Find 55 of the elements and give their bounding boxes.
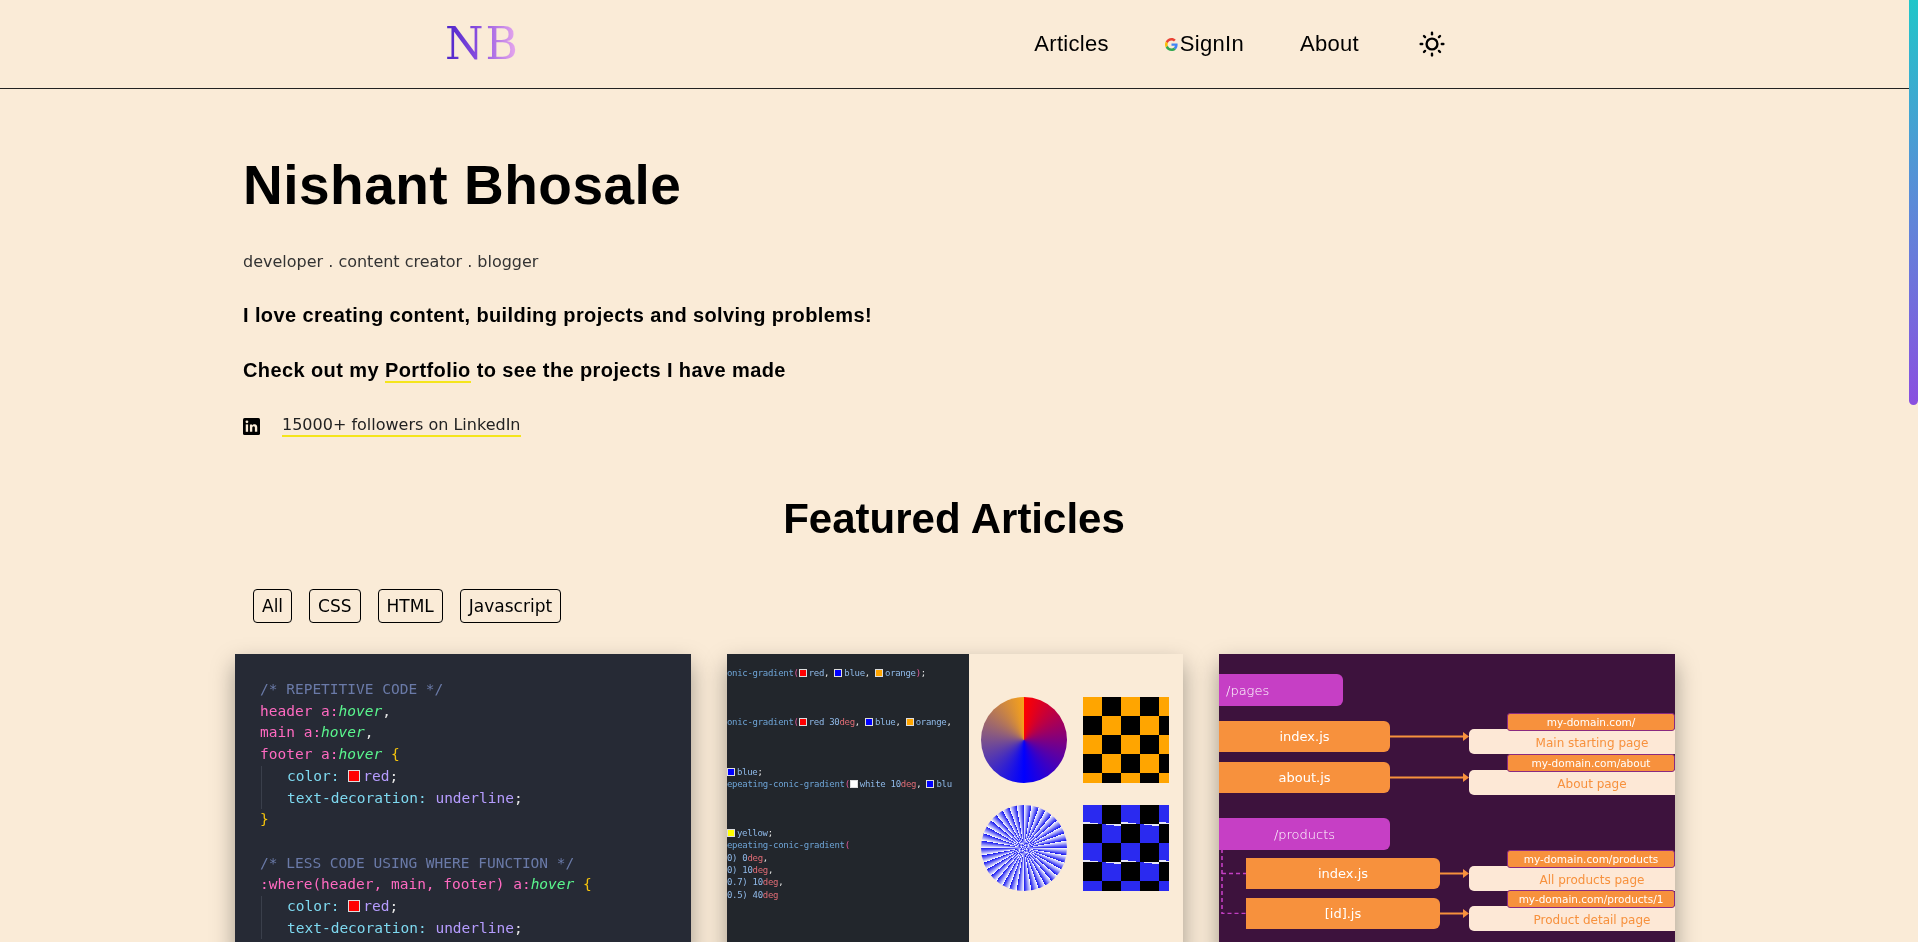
filter-button[interactable]: HTML xyxy=(377,589,443,623)
tree-line xyxy=(1219,849,1246,914)
code-line: 0.7) 10deg, xyxy=(727,876,785,889)
filter-button[interactable]: All xyxy=(253,589,293,623)
tagline: developer . content creator . blogger xyxy=(243,251,540,273)
code-line: } xyxy=(260,810,270,830)
section-title: Featured Articles xyxy=(782,494,1126,544)
folder-node: /products xyxy=(1219,818,1390,850)
code-line: /* LESS CODE USING WHERE FUNCTION */ xyxy=(260,853,576,873)
code-line: main a:hover, xyxy=(260,723,375,743)
code-line: onic-gradient( red 30deg, blue, orange, xyxy=(727,716,953,729)
scrollbar-thumb[interactable] xyxy=(1909,0,1918,405)
code-line: header a:hover, xyxy=(260,701,392,721)
page-label: Main starting page xyxy=(1469,729,1675,754)
folder-node: /pages xyxy=(1219,674,1343,706)
code-line: 0) 10deg, xyxy=(727,864,775,877)
sign-in-link[interactable]: SignIn xyxy=(1164,31,1244,57)
linkedin-link[interactable]: 15000+ followers on LinkedIn xyxy=(282,415,521,437)
url-tag: my-domain.com/products xyxy=(1507,850,1675,868)
code-line: epeating-conic-gradient( white 10deg, blu xyxy=(727,777,953,791)
connector-arrow xyxy=(1440,869,1469,878)
intro-text: I love creating content, building projects and solving problems! xyxy=(243,303,873,328)
article-card[interactable] xyxy=(1219,654,1675,942)
page-label: About page xyxy=(1469,770,1675,795)
code-line: yellow; xyxy=(727,827,969,840)
filter-button[interactable]: Javascript xyxy=(459,589,562,623)
code-line: text-decoration: underline; xyxy=(261,917,691,940)
portfolio-link[interactable]: Portfolio xyxy=(384,359,471,383)
linkedin-icon[interactable] xyxy=(243,417,260,435)
code-line: :where(header, main, footer) a:hover { xyxy=(260,875,593,895)
file-node: [id].js xyxy=(1246,898,1440,929)
file-node: index.js xyxy=(1219,721,1390,752)
code-line: text-decoration: underline; xyxy=(261,787,691,810)
url-tag: my-domain.com/ xyxy=(1507,713,1675,731)
nav-link[interactable]: About xyxy=(1300,31,1359,57)
file-node: about.js xyxy=(1219,762,1390,793)
file-node: index.js xyxy=(1246,858,1440,889)
code-line: footer a:hover { xyxy=(260,745,401,765)
code-line: 0.5) 40deg xyxy=(727,888,780,901)
nav-link[interactable]: Articles xyxy=(1034,31,1109,57)
code-line: epeating-conic-gradient( xyxy=(727,839,851,852)
code-line: onic-gradient( red, blue, orange); xyxy=(727,667,927,680)
code-line: /* REPETITIVE CODE */ xyxy=(260,680,445,699)
code-line: color: red; xyxy=(261,765,691,788)
code-line: color: red; xyxy=(261,896,691,918)
google-icon xyxy=(1164,37,1178,51)
connector-arrow xyxy=(1440,909,1469,918)
code-line: 0) 0deg, xyxy=(727,851,769,865)
page-label: Product detail page xyxy=(1469,906,1675,931)
code-line: blue; xyxy=(727,765,969,778)
filter-button[interactable]: CSS xyxy=(309,589,361,623)
author-name: Nishant Bhosale xyxy=(243,153,683,218)
url-tag: my-domain.com/products/1 xyxy=(1507,890,1675,908)
url-tag: my-domain.com/about xyxy=(1507,754,1675,772)
theme-toggle-icon[interactable] xyxy=(1419,31,1445,57)
